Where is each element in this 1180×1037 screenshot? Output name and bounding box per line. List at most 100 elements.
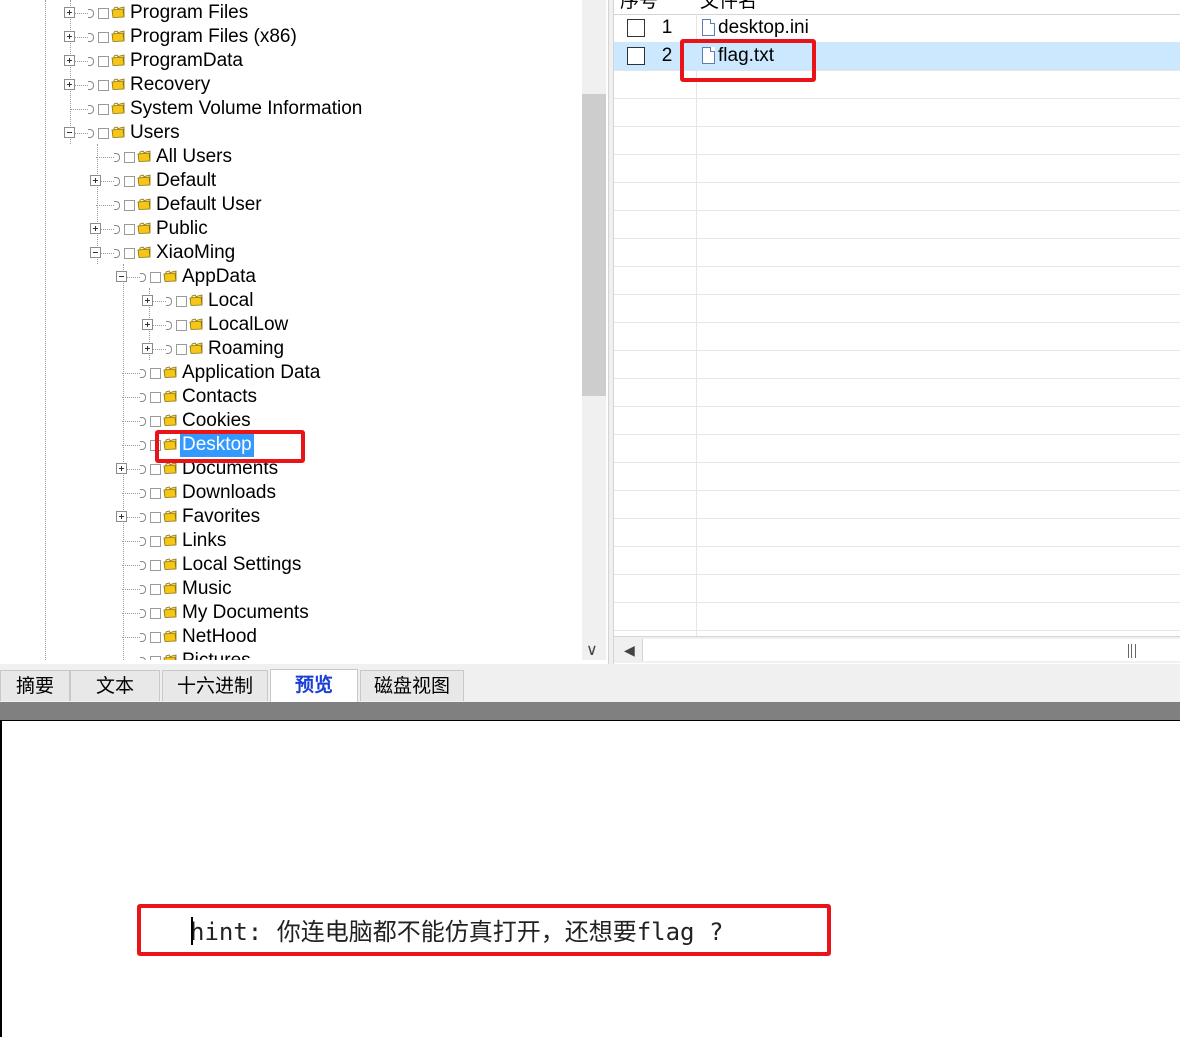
expand-plus-icon[interactable]	[64, 79, 75, 90]
tree-connector	[122, 589, 142, 590]
tree-checkbox[interactable]	[150, 584, 161, 595]
file-list[interactable]: 序号 文件名 1 desktop.ini 2 flag.txt	[614, 0, 1180, 664]
column-header-index[interactable]: 序号	[620, 0, 658, 12]
tree-checkbox[interactable]	[150, 632, 161, 643]
tree-item-local-settings[interactable]: Local Settings	[0, 553, 580, 577]
tree-item-all-users[interactable]: All Users	[0, 145, 580, 169]
tree-item-appdata[interactable]: AppData	[0, 265, 580, 289]
expand-plus-icon[interactable]	[116, 511, 127, 522]
folder-tree[interactable]: Program Files Program Files (x86) ProgramD…	[0, 0, 610, 660]
empty-row	[614, 294, 1180, 323]
horizontal-scroll-track[interactable]	[642, 639, 1180, 661]
file-checkbox[interactable]	[627, 19, 645, 37]
tree-checkbox[interactable]	[124, 176, 135, 187]
tab-text[interactable]: 文本	[70, 670, 160, 701]
tree-checkbox[interactable]	[124, 224, 135, 235]
tree-checkbox[interactable]	[150, 392, 161, 403]
empty-row	[614, 350, 1180, 379]
tree-item-favorites[interactable]: Favorites	[0, 505, 580, 529]
tree-item-xiaoming[interactable]: XiaoMing	[0, 241, 580, 265]
scroll-left-arrow-icon[interactable]: ◀	[624, 642, 635, 659]
tree-item-default[interactable]: Default	[0, 169, 580, 193]
tab-disk-view[interactable]: 磁盘视图	[360, 670, 464, 701]
tree-checkbox[interactable]	[150, 464, 161, 475]
tree-checkbox[interactable]	[150, 536, 161, 547]
tree-item-public[interactable]: Public	[0, 217, 580, 241]
tree-item-label: ProgramData	[130, 50, 243, 71]
folder-icon	[163, 510, 177, 522]
tree-checkbox[interactable]	[176, 296, 187, 307]
tree-item-contacts[interactable]: Contacts	[0, 385, 580, 409]
node-marker-icon	[88, 33, 94, 42]
expand-plus-icon[interactable]	[64, 31, 75, 42]
tree-connector	[122, 637, 142, 638]
folder-icon	[111, 126, 125, 138]
tree-checkbox[interactable]	[176, 344, 187, 355]
tree-checkbox[interactable]	[98, 128, 109, 139]
tree-item-local[interactable]: Local	[0, 289, 580, 313]
tree-item-system-volume-information[interactable]: System Volume Information	[0, 97, 580, 121]
collapse-minus-icon[interactable]	[90, 247, 101, 258]
tree-checkbox[interactable]	[176, 320, 187, 331]
tree-item-locallow[interactable]: LocalLow	[0, 313, 580, 337]
tree-checkbox[interactable]	[150, 488, 161, 499]
tree-item-label: Default User	[156, 194, 262, 215]
tree-checkbox[interactable]	[124, 248, 135, 259]
tree-scroll-thumb[interactable]	[582, 94, 606, 396]
tree-checkbox[interactable]	[98, 80, 109, 91]
preview-toolbar-bar	[0, 702, 1180, 720]
tree-checkbox[interactable]	[124, 200, 135, 211]
tree-item-downloads[interactable]: Downloads	[0, 481, 580, 505]
tree-item-label: Roaming	[208, 338, 285, 359]
tree-item-program-files-x86-[interactable]: Program Files (x86)	[0, 25, 580, 49]
expand-plus-icon[interactable]	[64, 55, 75, 66]
tab-preview[interactable]: 预览	[270, 669, 358, 702]
folder-icon	[137, 246, 151, 258]
tree-connector	[122, 493, 142, 494]
expand-plus-icon[interactable]	[64, 7, 75, 18]
scroll-down-arrow-icon[interactable]: ∨	[586, 640, 598, 660]
tree-item-application-data[interactable]: Application Data	[0, 361, 580, 385]
expand-plus-icon[interactable]	[142, 319, 153, 330]
tree-item-music[interactable]: Music	[0, 577, 580, 601]
tree-item-users[interactable]: Users	[0, 121, 580, 145]
tree-checkbox[interactable]	[98, 56, 109, 67]
tree-checkbox[interactable]	[98, 32, 109, 43]
tree-checkbox[interactable]	[150, 512, 161, 523]
tree-item-my-documents[interactable]: My Documents	[0, 601, 580, 625]
tree-checkbox[interactable]	[98, 8, 109, 19]
tree-item-nethood[interactable]: NetHood	[0, 625, 580, 649]
file-checkbox[interactable]	[627, 47, 645, 65]
tree-item-roaming[interactable]: Roaming	[0, 337, 580, 361]
tree-checkbox[interactable]	[124, 152, 135, 163]
expand-plus-icon[interactable]	[142, 343, 153, 354]
tree-checkbox[interactable]	[150, 560, 161, 571]
tab-hex[interactable]: 十六进制	[162, 670, 268, 701]
tree-item-pictures[interactable]: Pictures	[0, 649, 580, 660]
tree-checkbox[interactable]	[150, 272, 161, 283]
tree-item-recovery[interactable]: Recovery	[0, 73, 580, 97]
tree-item-links[interactable]: Links	[0, 529, 580, 553]
tree-checkbox[interactable]	[150, 656, 161, 660]
preview-pane[interactable]	[0, 720, 1180, 1037]
collapse-minus-icon[interactable]	[116, 271, 127, 282]
tree-item-default-user[interactable]: Default User	[0, 193, 580, 217]
node-marker-icon	[140, 561, 146, 570]
tree-checkbox[interactable]	[150, 416, 161, 427]
column-header-name[interactable]: 文件名	[700, 0, 757, 12]
expand-plus-icon[interactable]	[90, 175, 101, 186]
file-list-horizontal-scrollbar[interactable]: ◀	[614, 636, 1180, 663]
tree-checkbox[interactable]	[98, 104, 109, 115]
tree-item-programdata[interactable]: ProgramData	[0, 49, 580, 73]
scroll-grip-icon[interactable]	[1128, 644, 1136, 658]
tree-item-program-files[interactable]: Program Files	[0, 1, 580, 25]
tab-summary[interactable]: 摘要	[0, 670, 70, 701]
node-marker-icon	[140, 417, 146, 426]
expand-plus-icon[interactable]	[116, 463, 127, 474]
collapse-minus-icon[interactable]	[64, 127, 75, 138]
node-marker-icon	[88, 9, 94, 18]
tree-checkbox[interactable]	[150, 368, 161, 379]
expand-plus-icon[interactable]	[142, 295, 153, 306]
tree-checkbox[interactable]	[150, 608, 161, 619]
expand-plus-icon[interactable]	[90, 223, 101, 234]
